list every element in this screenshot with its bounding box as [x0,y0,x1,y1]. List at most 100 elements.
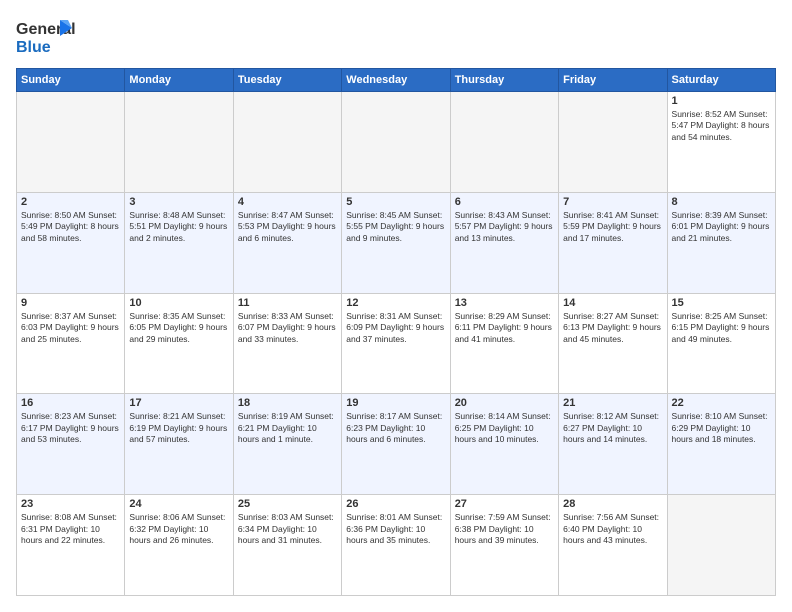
weekday-header-thursday: Thursday [450,69,558,92]
logo: GeneralBlue [16,16,76,58]
day-detail: Sunrise: 8:08 AM Sunset: 6:31 PM Dayligh… [21,512,120,546]
calendar-cell: 3 Sunrise: 8:48 AM Sunset: 5:51 PM Daylig… [125,192,233,293]
day-detail: Sunrise: 8:45 AM Sunset: 5:55 PM Dayligh… [346,210,445,244]
day-detail: Sunrise: 8:14 AM Sunset: 6:25 PM Dayligh… [455,411,554,445]
weekday-header-saturday: Saturday [667,69,775,92]
day-number: 27 [455,498,554,510]
day-detail: Sunrise: 8:47 AM Sunset: 5:53 PM Dayligh… [238,210,337,244]
day-number: 16 [21,397,120,409]
day-number: 6 [455,196,554,208]
calendar-cell: 9 Sunrise: 8:37 AM Sunset: 6:03 PM Daylig… [17,293,125,394]
calendar-cell: 15 Sunrise: 8:25 AM Sunset: 6:15 PM Dayli… [667,293,775,394]
day-number: 8 [672,196,771,208]
calendar-cell [125,92,233,193]
day-number: 24 [129,498,228,510]
calendar-cell: 25 Sunrise: 8:03 AM Sunset: 6:34 PM Dayli… [233,495,341,596]
day-number: 26 [346,498,445,510]
day-number: 9 [21,297,120,309]
calendar-cell: 23 Sunrise: 8:08 AM Sunset: 6:31 PM Dayli… [17,495,125,596]
weekday-header-monday: Monday [125,69,233,92]
calendar-cell [17,92,125,193]
calendar-cell: 22Sunrise: 8:10 AM Sunset: 6:29 PM Dayli… [667,394,775,495]
calendar-cell [559,92,667,193]
day-detail: Sunrise: 8:12 AM Sunset: 6:27 PM Dayligh… [563,411,662,445]
calendar-cell: 20 Sunrise: 8:14 AM Sunset: 6:25 PM Dayli… [450,394,558,495]
calendar-cell [342,92,450,193]
weekday-header-row: SundayMondayTuesdayWednesdayThursdayFrid… [17,69,776,92]
day-detail: Sunrise: 8:01 AM Sunset: 6:36 PM Dayligh… [346,512,445,546]
day-detail: Sunrise: 8:03 AM Sunset: 6:34 PM Dayligh… [238,512,337,546]
day-number: 25 [238,498,337,510]
day-number: 12 [346,297,445,309]
day-number: 23 [21,498,120,510]
weekday-header-tuesday: Tuesday [233,69,341,92]
day-detail: Sunrise: 8:21 AM Sunset: 6:19 PM Dayligh… [129,411,228,445]
calendar-cell: 14 Sunrise: 8:27 AM Sunset: 6:13 PM Dayli… [559,293,667,394]
calendar-week-row: 23 Sunrise: 8:08 AM Sunset: 6:31 PM Dayli… [17,495,776,596]
calendar-cell: 8 Sunrise: 8:39 AM Sunset: 6:01 PM Daylig… [667,192,775,293]
day-number: 4 [238,196,337,208]
day-detail: Sunrise: 8:19 AM Sunset: 6:21 PM Dayligh… [238,411,337,445]
day-detail: Sunrise: 8:33 AM Sunset: 6:07 PM Dayligh… [238,311,337,345]
day-detail: Sunrise: 8:39 AM Sunset: 6:01 PM Dayligh… [672,210,771,244]
calendar-cell: 27 Sunrise: 7:59 AM Sunset: 6:38 PM Dayli… [450,495,558,596]
calendar-cell: 28 Sunrise: 7:56 AM Sunset: 6:40 PM Dayli… [559,495,667,596]
calendar-cell: 4 Sunrise: 8:47 AM Sunset: 5:53 PM Daylig… [233,192,341,293]
day-detail: Sunrise: 8:37 AM Sunset: 6:03 PM Dayligh… [21,311,120,345]
day-detail: Sunrise: 8:35 AM Sunset: 6:05 PM Dayligh… [129,311,228,345]
calendar-week-row: 1 Sunrise: 8:52 AM Sunset: 5:47 PM Daylig… [17,92,776,193]
calendar-cell: 21 Sunrise: 8:12 AM Sunset: 6:27 PM Dayli… [559,394,667,495]
calendar-week-row: 9 Sunrise: 8:37 AM Sunset: 6:03 PM Daylig… [17,293,776,394]
calendar-cell: 6 Sunrise: 8:43 AM Sunset: 5:57 PM Daylig… [450,192,558,293]
day-number: 17 [129,397,228,409]
calendar-week-row: 16 Sunrise: 8:23 AM Sunset: 6:17 PM Dayli… [17,394,776,495]
calendar-cell [667,495,775,596]
day-number: 5 [346,196,445,208]
header: GeneralBlue [16,16,776,58]
day-detail: Sunrise: 8:41 AM Sunset: 5:59 PM Dayligh… [563,210,662,244]
calendar-cell: 13 Sunrise: 8:29 AM Sunset: 6:11 PM Dayli… [450,293,558,394]
calendar-cell [233,92,341,193]
calendar-cell: 19 Sunrise: 8:17 AM Sunset: 6:23 PM Dayli… [342,394,450,495]
calendar-week-row: 2 Sunrise: 8:50 AM Sunset: 5:49 PM Daylig… [17,192,776,293]
day-number: 7 [563,196,662,208]
day-detail: Sunrise: 8:06 AM Sunset: 6:32 PM Dayligh… [129,512,228,546]
day-detail: Sunrise: 8:29 AM Sunset: 6:11 PM Dayligh… [455,311,554,345]
day-detail: Sunrise: 8:17 AM Sunset: 6:23 PM Dayligh… [346,411,445,445]
day-number: 2 [21,196,120,208]
day-number: 15 [672,297,771,309]
calendar-cell: 18 Sunrise: 8:19 AM Sunset: 6:21 PM Dayli… [233,394,341,495]
day-number: 3 [129,196,228,208]
day-number: 14 [563,297,662,309]
day-number: 21 [563,397,662,409]
day-number: 22 [672,397,771,409]
weekday-header-friday: Friday [559,69,667,92]
weekday-header-wednesday: Wednesday [342,69,450,92]
calendar-cell: 1 Sunrise: 8:52 AM Sunset: 5:47 PM Daylig… [667,92,775,193]
day-detail: Sunrise: 8:23 AM Sunset: 6:17 PM Dayligh… [21,411,120,445]
day-number: 1 [672,95,771,107]
day-number: 13 [455,297,554,309]
weekday-header-sunday: Sunday [17,69,125,92]
day-number: 19 [346,397,445,409]
calendar-cell: 5 Sunrise: 8:45 AM Sunset: 5:55 PM Daylig… [342,192,450,293]
day-detail: Sunrise: 8:52 AM Sunset: 5:47 PM Dayligh… [672,109,771,143]
day-number: 10 [129,297,228,309]
calendar-cell: 26 Sunrise: 8:01 AM Sunset: 6:36 PM Dayli… [342,495,450,596]
day-detail: Sunrise: 8:50 AM Sunset: 5:49 PM Dayligh… [21,210,120,244]
day-number: 20 [455,397,554,409]
calendar-cell: 7 Sunrise: 8:41 AM Sunset: 5:59 PM Daylig… [559,192,667,293]
day-number: 11 [238,297,337,309]
day-detail: Sunrise: 7:59 AM Sunset: 6:38 PM Dayligh… [455,512,554,546]
calendar-cell: 24 Sunrise: 8:06 AM Sunset: 6:32 PM Dayli… [125,495,233,596]
calendar-cell: 16 Sunrise: 8:23 AM Sunset: 6:17 PM Dayli… [17,394,125,495]
page: GeneralBlue SundayMondayTuesdayWednesday… [0,0,792,612]
day-number: 28 [563,498,662,510]
day-detail: Sunrise: 8:25 AM Sunset: 6:15 PM Dayligh… [672,311,771,345]
day-detail: Sunrise: 8:48 AM Sunset: 5:51 PM Dayligh… [129,210,228,244]
day-detail: Sunrise: 7:56 AM Sunset: 6:40 PM Dayligh… [563,512,662,546]
day-detail: Sunrise: 8:43 AM Sunset: 5:57 PM Dayligh… [455,210,554,244]
day-detail: Sunrise: 8:27 AM Sunset: 6:13 PM Dayligh… [563,311,662,345]
svg-text:Blue: Blue [16,39,51,56]
day-number: 18 [238,397,337,409]
